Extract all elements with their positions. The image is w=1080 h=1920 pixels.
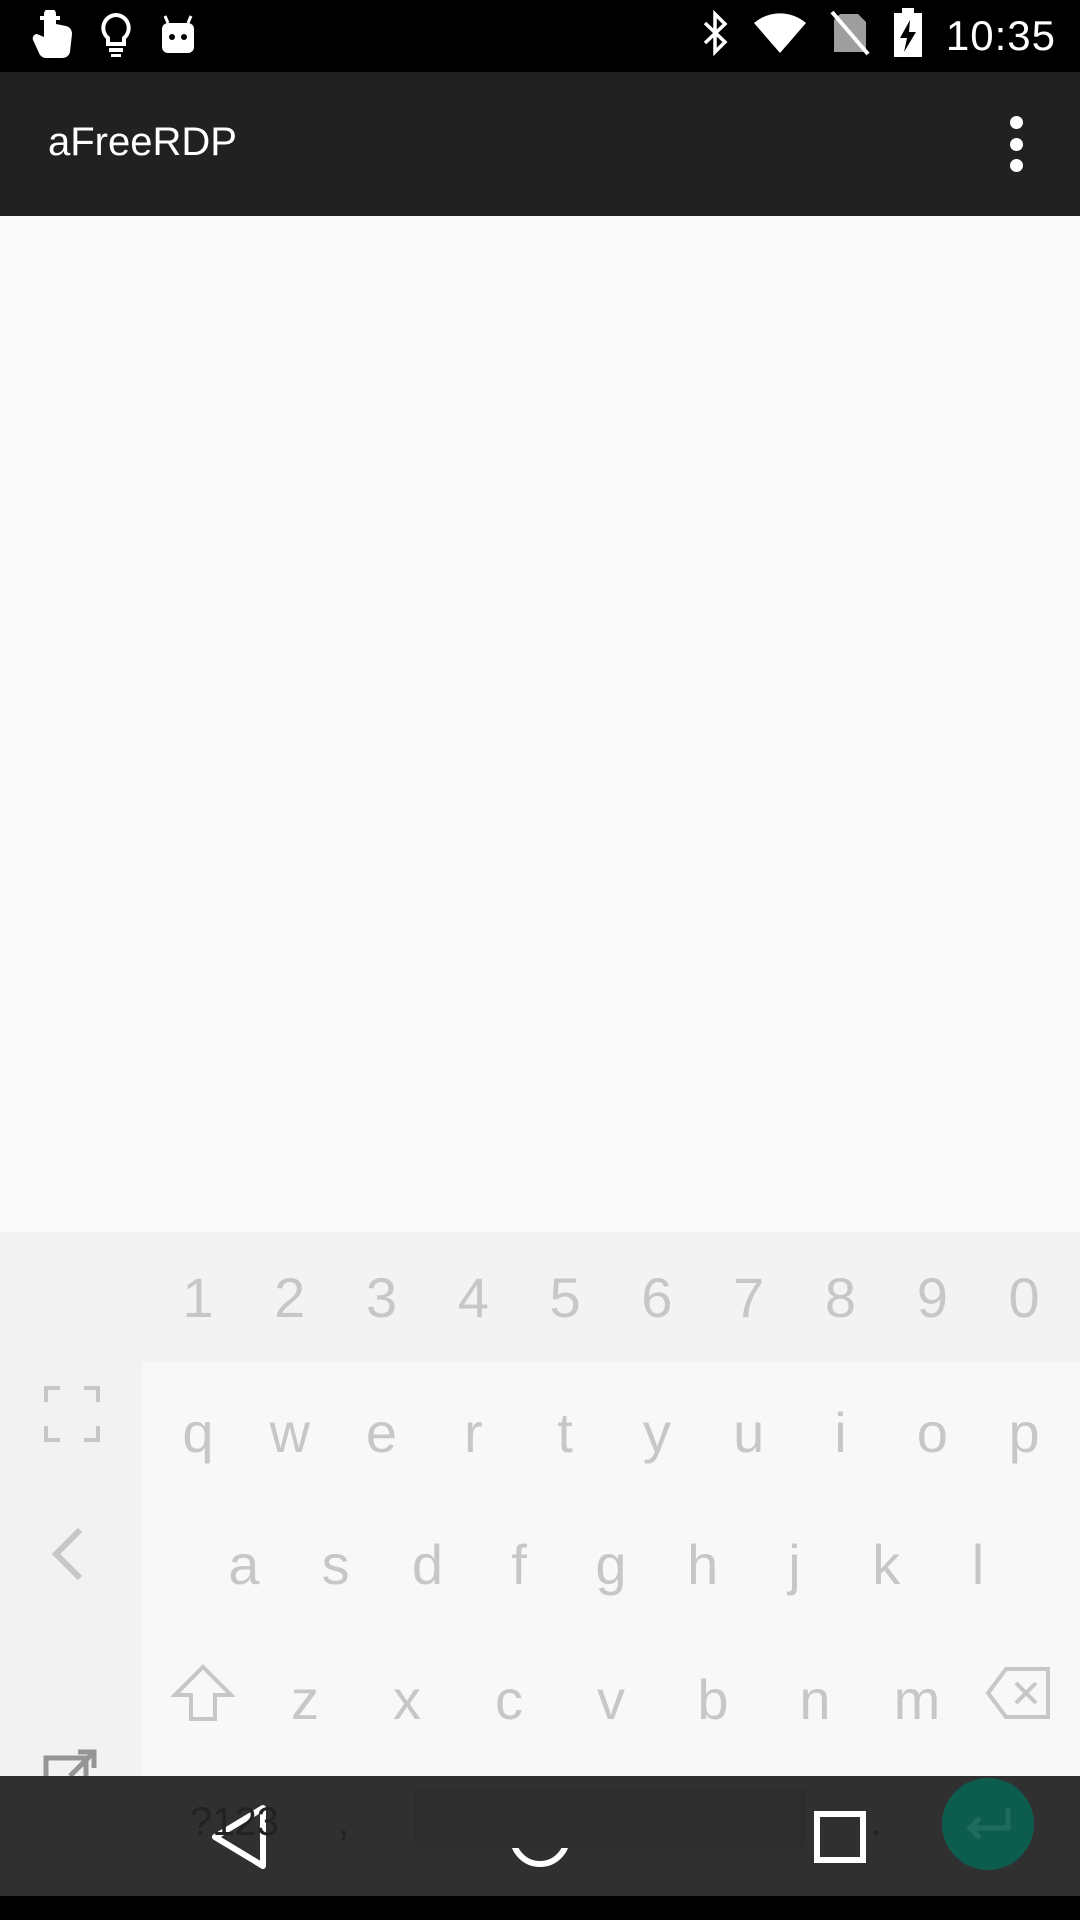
android-icon	[158, 13, 198, 62]
enter-icon[interactable]	[942, 1778, 1034, 1870]
clock: 10:35	[945, 11, 1056, 59]
key-0[interactable]: 0	[984, 1265, 1064, 1330]
key-2[interactable]: 2	[250, 1265, 330, 1330]
key-u[interactable]: u	[709, 1400, 789, 1465]
battery-charging-icon	[892, 8, 924, 63]
keyboard-row-3: z x c v b n m	[142, 1644, 1080, 1754]
key-f[interactable]: f	[479, 1532, 559, 1597]
key-5[interactable]: 5	[525, 1265, 605, 1330]
key-k[interactable]: k	[846, 1532, 926, 1597]
key-e[interactable]: e	[341, 1400, 421, 1465]
key-4[interactable]: 4	[433, 1265, 513, 1330]
chevron-left-icon[interactable]	[40, 1522, 104, 1586]
key-r[interactable]: r	[433, 1400, 513, 1465]
app-title: aFreeRDP	[48, 120, 237, 164]
keyboard-row-2: a s d f g h j k l	[142, 1514, 1080, 1614]
key-x[interactable]: x	[367, 1667, 447, 1732]
more-vert-icon[interactable]	[988, 116, 1044, 172]
key-symbols[interactable]: ?123	[190, 1800, 279, 1845]
shift-icon[interactable]	[163, 1663, 243, 1736]
key-h[interactable]: h	[663, 1532, 743, 1597]
lightbulb-icon	[98, 11, 134, 64]
key-6[interactable]: 6	[617, 1265, 697, 1330]
key-b[interactable]: b	[673, 1667, 753, 1732]
key-s[interactable]: s	[296, 1532, 376, 1597]
key-c[interactable]: c	[469, 1667, 549, 1732]
key-l[interactable]: l	[938, 1532, 1018, 1597]
key-v[interactable]: v	[571, 1667, 651, 1732]
wifi-icon	[752, 11, 808, 60]
app-bar: aFreeRDP	[0, 72, 1080, 216]
key-j[interactable]: j	[754, 1532, 834, 1597]
key-9[interactable]: 9	[892, 1265, 972, 1330]
nav-bottom-strip	[0, 1896, 1080, 1920]
key-t[interactable]: t	[525, 1400, 605, 1465]
key-a[interactable]: a	[204, 1532, 284, 1597]
key-space[interactable]	[414, 1788, 806, 1848]
status-bar: 10:35	[0, 0, 1080, 72]
keyboard-number-row: 1 2 3 4 5 6 7 8 9 0	[142, 1232, 1080, 1362]
key-p[interactable]: p	[984, 1400, 1064, 1465]
key-g[interactable]: g	[571, 1532, 651, 1597]
recents-icon[interactable]	[805, 1802, 875, 1872]
key-i[interactable]: i	[800, 1400, 880, 1465]
key-m[interactable]: m	[877, 1667, 957, 1732]
key-period[interactable]: .	[870, 1800, 881, 1845]
key-q[interactable]: q	[158, 1400, 238, 1465]
soft-keyboard: 1 2 3 4 5 6 7 8 9 0 q w e r t y u i o p …	[0, 1232, 1080, 1801]
key-o[interactable]: o	[892, 1400, 972, 1465]
key-w[interactable]: w	[250, 1400, 330, 1465]
key-8[interactable]: 8	[800, 1265, 880, 1330]
keyboard-side-panel	[0, 1232, 142, 1778]
fullscreen-icon[interactable]	[40, 1382, 104, 1446]
key-7[interactable]: 7	[709, 1265, 789, 1330]
bluetooth-icon	[700, 9, 730, 61]
key-1[interactable]: 1	[158, 1265, 238, 1330]
key-3[interactable]: 3	[341, 1265, 421, 1330]
keyboard-row-1: q w e r t y u i o p	[142, 1382, 1080, 1482]
no-sim-icon	[830, 10, 870, 61]
touch-icon	[30, 8, 74, 65]
session-canvas[interactable]	[0, 216, 1080, 1232]
key-n[interactable]: n	[775, 1667, 855, 1732]
backspace-icon[interactable]	[979, 1665, 1059, 1734]
key-d[interactable]: d	[387, 1532, 467, 1597]
key-y[interactable]: y	[617, 1400, 697, 1465]
key-comma[interactable]: ,	[338, 1800, 349, 1845]
key-z[interactable]: z	[265, 1667, 345, 1732]
